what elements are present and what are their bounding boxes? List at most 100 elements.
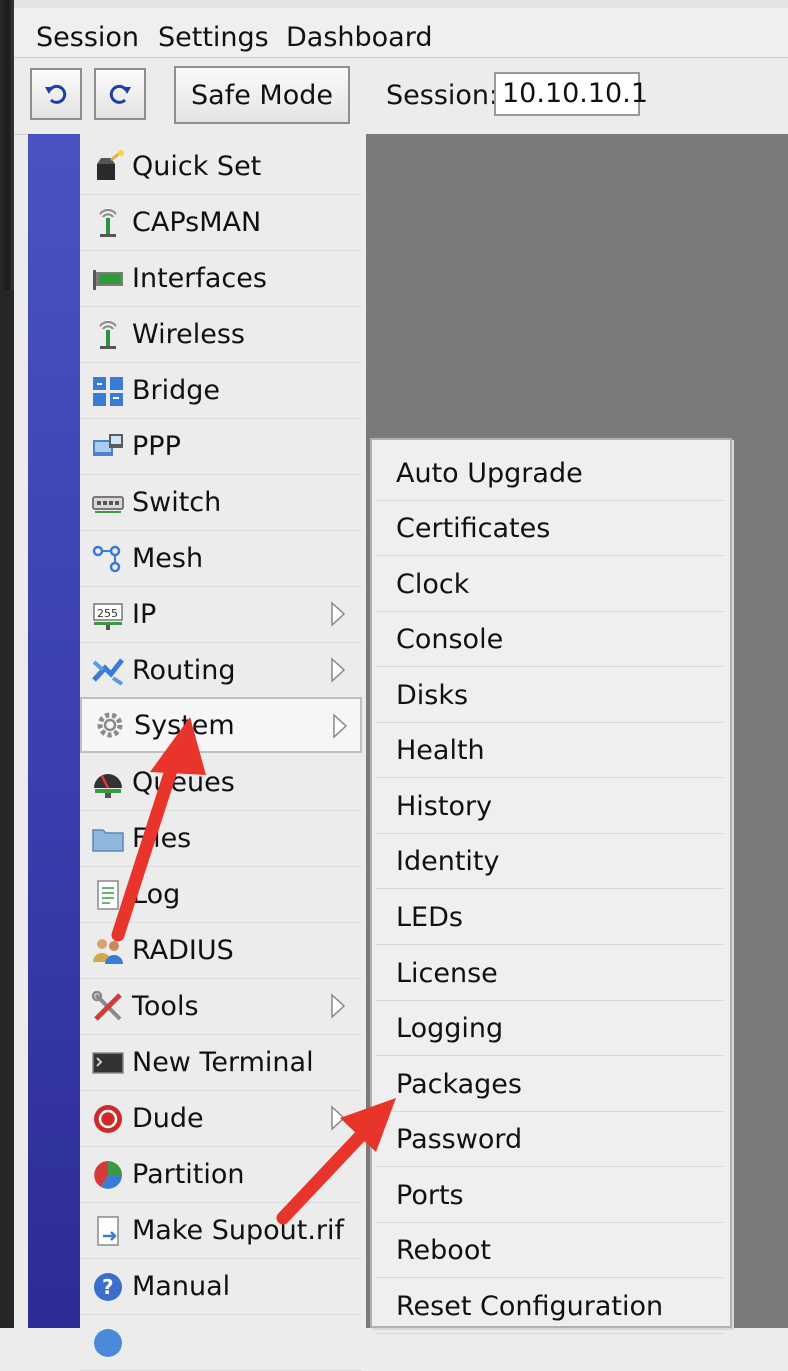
submenu-item-reboot[interactable]: Reboot: [376, 1223, 724, 1278]
gear-icon: [90, 705, 130, 745]
undo-icon: [45, 84, 67, 104]
network-card-icon: [88, 259, 128, 299]
sidebar-item-ip[interactable]: 255 IP: [80, 587, 362, 643]
gauge-icon: [88, 763, 128, 803]
menu-settings[interactable]: Settings: [158, 22, 269, 54]
undo-button[interactable]: [30, 68, 82, 120]
submenu-item-certificates[interactable]: Certificates: [376, 501, 724, 556]
dude-icon: [88, 1099, 128, 1139]
session-field[interactable]: 10.10.10.1: [494, 72, 648, 116]
sidebar-item-radius[interactable]: RADIUS: [80, 923, 362, 979]
redo-button[interactable]: [94, 68, 146, 120]
sidebar-item-partial[interactable]: [80, 1315, 362, 1371]
folder-icon: [88, 819, 128, 859]
submenu-arrow-icon: [331, 993, 346, 1019]
submenu-item-health[interactable]: Health: [376, 723, 724, 778]
submenu-item-clock[interactable]: Clock: [376, 557, 724, 612]
sidebar-item-partition[interactable]: Partition: [80, 1147, 362, 1203]
sidebar-item-files[interactable]: Files: [80, 811, 362, 867]
globe-icon: [88, 1323, 128, 1363]
sidebar-item-system[interactable]: System: [80, 697, 362, 753]
help-icon: ?: [88, 1267, 128, 1307]
sidebar-item-label: Manual: [132, 1271, 231, 1302]
sidebar-item-label: Switch: [132, 487, 222, 518]
sidebar-item-label: Wireless: [132, 319, 245, 350]
submenu-item-auto-upgrade[interactable]: Auto Upgrade: [376, 446, 724, 501]
sidebar-item-mesh[interactable]: Mesh: [80, 531, 362, 587]
sidebar-menu: Quick Set CAPsMAN Interfaces Wireless Br…: [80, 134, 366, 1371]
sidebar-item-switch[interactable]: Switch: [80, 475, 362, 531]
routing-icon: [88, 651, 128, 691]
sidebar-item-ppp[interactable]: PPP: [80, 419, 362, 475]
submenu-item-packages[interactable]: Packages: [376, 1057, 724, 1112]
submenu-item-ports[interactable]: Ports: [376, 1168, 724, 1223]
submenu-item-disks[interactable]: Disks: [376, 668, 724, 723]
sidebar-item-interfaces[interactable]: Interfaces: [80, 251, 362, 307]
pie-icon: [88, 1155, 128, 1195]
sidebar-item-label: Partition: [132, 1159, 245, 1190]
sidebar-item-manual[interactable]: ? Manual: [80, 1259, 362, 1315]
switch-icon: [88, 483, 128, 523]
submenu-item-logging[interactable]: Logging: [376, 1001, 724, 1056]
tools-icon: [88, 987, 128, 1027]
ip-icon: 255: [88, 595, 128, 635]
sidebar-item-label: Files: [132, 823, 192, 854]
sidebar-item-label: PPP: [132, 431, 181, 462]
safe-mode-button[interactable]: Safe Mode: [174, 66, 350, 124]
sidebar-item-label: CAPsMAN: [132, 207, 262, 238]
winbox-side-strip: [28, 134, 80, 1328]
sidebar-item-wireless[interactable]: Wireless: [80, 307, 362, 363]
sidebar-item-label: Bridge: [132, 375, 221, 406]
sidebar-item-routing[interactable]: Routing: [80, 643, 362, 699]
redo-icon: [109, 84, 131, 104]
sidebar-item-bridge[interactable]: Bridge: [80, 363, 362, 419]
submenu-item-identity[interactable]: Identity: [376, 834, 724, 889]
sidebar-item-capsman[interactable]: CAPsMAN: [80, 195, 362, 251]
submenu-arrow-icon: [331, 1105, 346, 1131]
svg-text:?: ?: [102, 1275, 114, 1299]
submenu-item-license[interactable]: License: [376, 946, 724, 1001]
submenu-item-console[interactable]: Console: [376, 612, 724, 667]
sidebar-item-label: Mesh: [132, 543, 204, 574]
ppp-icon: [88, 427, 128, 467]
sidebar-item-new-terminal[interactable]: New Terminal: [80, 1035, 362, 1091]
system-submenu: Auto Upgrade Certificates Clock Console …: [370, 438, 732, 1334]
wand-icon: [88, 147, 128, 187]
sidebar-item-tools[interactable]: Tools: [80, 979, 362, 1035]
terminal-icon: [88, 1043, 128, 1083]
sidebar-item-queues[interactable]: Queues: [80, 755, 362, 811]
window-edge-shadow: [0, 290, 14, 1328]
sidebar-item-label: Queues: [132, 767, 235, 798]
document-icon: [88, 875, 128, 915]
users-icon: [88, 931, 128, 971]
sidebar-item-label: New Terminal: [132, 1047, 314, 1078]
sidebar-item-label: RADIUS: [132, 935, 234, 966]
sidebar-item-label: System: [134, 709, 235, 741]
sidebar-item-label: Quick Set: [132, 151, 262, 182]
sidebar-item-label: Tools: [132, 991, 199, 1022]
menu-session[interactable]: Session: [36, 22, 139, 54]
submenu-item-history[interactable]: History: [376, 779, 724, 834]
sidebar-item-label: Interfaces: [132, 263, 267, 294]
bridge-icon: [88, 371, 128, 411]
antenna-icon: [88, 315, 128, 355]
toolbar: Safe Mode Session: 10.10.10.1: [14, 58, 788, 135]
sidebar-item-dude[interactable]: Dude: [80, 1091, 362, 1147]
sidebar-item-make-supout[interactable]: Make Supout.rif: [80, 1203, 362, 1259]
sidebar-item-label: Routing: [132, 655, 236, 686]
menu-dashboard[interactable]: Dashboard: [286, 22, 432, 54]
sidebar-item-log[interactable]: Log: [80, 867, 362, 923]
svg-text:255: 255: [97, 607, 118, 620]
antenna-icon: [88, 203, 128, 243]
submenu-item-reset-configuration[interactable]: Reset Configuration: [376, 1279, 724, 1334]
submenu-item-password[interactable]: Password: [376, 1112, 724, 1167]
window-left-edge: [0, 0, 14, 1328]
sidebar-item-label: IP: [132, 599, 157, 630]
submenu-item-leds[interactable]: LEDs: [376, 890, 724, 945]
sidebar-item-quick-set[interactable]: Quick Set: [80, 139, 362, 195]
submenu-arrow-icon: [331, 657, 346, 683]
sidebar-item-label: Log: [132, 879, 181, 910]
sidebar-item-label: Make Supout.rif: [132, 1215, 345, 1246]
menu-bar: Session Settings Dashboard: [14, 0, 788, 58]
mesh-icon: [88, 539, 128, 579]
